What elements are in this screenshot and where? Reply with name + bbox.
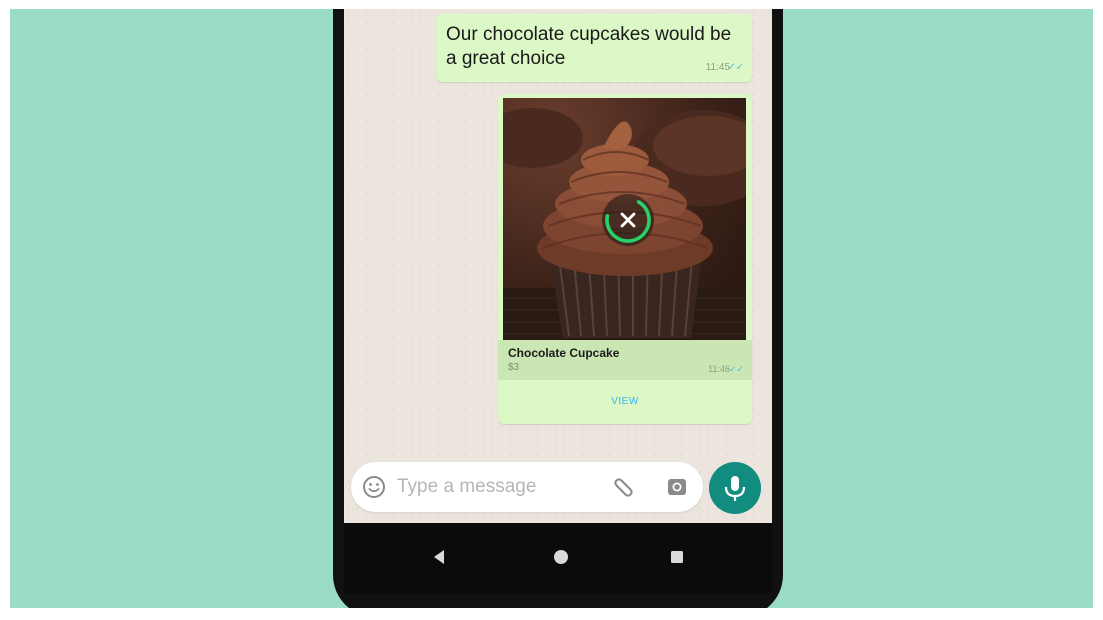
frame-edge-top [0,0,1103,9]
back-triangle-icon[interactable] [432,549,446,565]
product-info[interactable]: Chocolate Cupcake $3 11:46 ✓✓ [498,340,752,380]
android-nav-bar [344,523,772,593]
product-name: Chocolate Cupcake [508,346,620,360]
camera-icon[interactable] [665,475,689,499]
home-circle-icon[interactable] [553,549,569,565]
app-stage: Our chocolate cupcakes would be a great … [0,0,1103,620]
message-composer [351,462,703,512]
mic-icon [724,476,746,501]
message-text: Our chocolate cupcakes would be a great … [446,24,732,69]
read-receipt-icon: ✓✓ [728,364,744,374]
product-message-time: 11:46 [708,364,730,374]
frame-edge-left [0,0,10,620]
view-product-button[interactable]: VIEW [498,380,752,424]
read-receipt-icon: ✓✓ [727,62,744,73]
recent-square-icon[interactable] [670,550,684,564]
cancel-download-button[interactable] [600,192,656,248]
message-input[interactable] [397,472,597,502]
product-message-bubble[interactable]: Chocolate Cupcake $3 11:46 ✓✓ VIEW [498,94,752,424]
mic-button[interactable] [709,462,761,514]
cancel-download-icon [602,194,654,246]
frame-edge-right [1093,0,1103,620]
paperclip-icon[interactable] [613,475,637,499]
emoji-icon[interactable] [361,474,387,500]
outgoing-message-bubble[interactable]: Our chocolate cupcakes would be a great … [436,14,752,82]
frame-edge-bottom [0,608,1103,620]
product-price: $3 [508,362,520,373]
